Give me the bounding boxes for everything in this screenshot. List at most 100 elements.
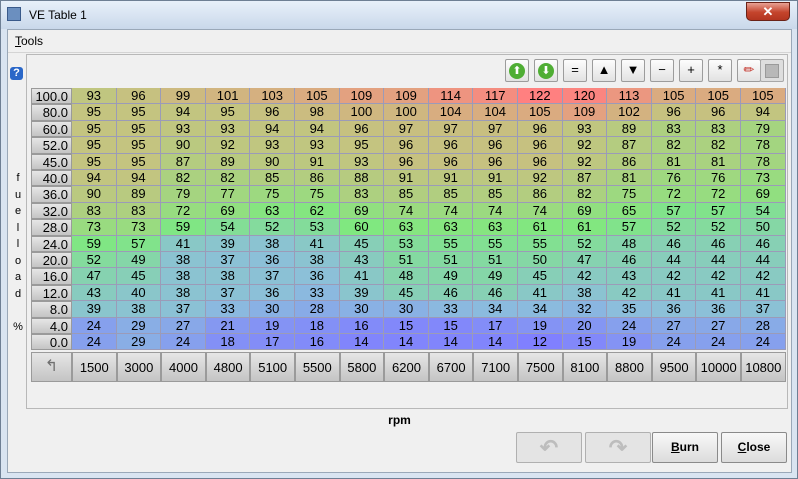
- table-cell[interactable]: 49: [473, 268, 518, 285]
- table-cell[interactable]: 39: [339, 284, 385, 302]
- table-cell[interactable]: 81: [696, 153, 741, 170]
- table-cell[interactable]: 53: [384, 235, 429, 252]
- table-cell[interactable]: 47: [562, 252, 608, 269]
- table-cell[interactable]: 91: [295, 153, 340, 170]
- table-cell[interactable]: 97: [428, 120, 474, 138]
- table-cell[interactable]: 82: [161, 170, 206, 187]
- table-cell[interactable]: 28: [295, 301, 340, 318]
- table-cell[interactable]: 63: [384, 219, 429, 236]
- table-cell[interactable]: 92: [562, 137, 608, 154]
- table-cell[interactable]: 37: [741, 301, 786, 318]
- table-cell[interactable]: 95: [72, 120, 117, 138]
- table-cell[interactable]: 34: [518, 301, 563, 318]
- table-cell[interactable]: 98: [295, 104, 340, 121]
- table-cell[interactable]: 52: [250, 219, 295, 236]
- table-cell[interactable]: 69: [205, 202, 251, 220]
- table-cell[interactable]: 105: [651, 88, 697, 105]
- decrement-button[interactable]: ▼: [621, 59, 645, 82]
- table-cell[interactable]: 49: [116, 252, 162, 269]
- table-cell[interactable]: 41: [339, 268, 385, 285]
- table-cell[interactable]: 82: [205, 170, 251, 187]
- table-cell[interactable]: 59: [72, 235, 117, 252]
- table-cell[interactable]: 95: [116, 104, 162, 121]
- table-cell[interactable]: 30: [384, 301, 429, 318]
- table-cell[interactable]: 15: [384, 317, 429, 334]
- table-cell[interactable]: 90: [161, 137, 206, 154]
- table-cell[interactable]: 92: [562, 153, 608, 170]
- table-cell[interactable]: 105: [295, 88, 340, 105]
- table-cell[interactable]: 96: [339, 120, 385, 138]
- table-cell[interactable]: 95: [339, 137, 385, 154]
- table-cell[interactable]: 48: [384, 268, 429, 285]
- table-cell[interactable]: 62: [295, 202, 340, 220]
- table-cell[interactable]: 35: [607, 301, 652, 318]
- table-cell[interactable]: 76: [696, 170, 741, 187]
- table-cell[interactable]: 20: [562, 317, 608, 334]
- table-cell[interactable]: 14: [339, 334, 385, 351]
- table-cell[interactable]: 61: [562, 219, 608, 236]
- table-cell[interactable]: 38: [562, 284, 608, 302]
- table-cell[interactable]: 46: [428, 284, 474, 302]
- table-cell[interactable]: 92: [205, 137, 251, 154]
- table-cell[interactable]: 41: [295, 235, 340, 252]
- table-cell[interactable]: 105: [696, 88, 741, 105]
- table-cell[interactable]: 17: [250, 334, 295, 351]
- table-cell[interactable]: 77: [205, 186, 251, 203]
- table-cell[interactable]: 38: [161, 284, 206, 302]
- table-cell[interactable]: 50: [741, 219, 786, 236]
- table-cell[interactable]: 95: [116, 153, 162, 170]
- table-cell[interactable]: 96: [518, 137, 563, 154]
- table-cell[interactable]: 91: [473, 170, 518, 187]
- up-arrow-circle-button[interactable]: ⬆: [505, 59, 529, 82]
- table-cell[interactable]: 69: [562, 202, 608, 220]
- table-cell[interactable]: 24: [607, 317, 652, 334]
- table-cell[interactable]: 93: [250, 137, 295, 154]
- table-cell[interactable]: 94: [116, 170, 162, 187]
- table-cell[interactable]: 83: [72, 202, 117, 220]
- table-cell[interactable]: 51: [384, 252, 429, 269]
- table-cell[interactable]: 91: [428, 170, 474, 187]
- table-cell[interactable]: 87: [161, 153, 206, 170]
- table-cell[interactable]: 46: [741, 235, 786, 252]
- table-cell[interactable]: 36: [250, 252, 295, 269]
- table-cell[interactable]: 14: [473, 334, 518, 351]
- table-cell[interactable]: 24: [161, 334, 206, 351]
- table-cell[interactable]: 38: [205, 268, 251, 285]
- table-cell[interactable]: 96: [473, 137, 518, 154]
- table-cell[interactable]: 96: [428, 137, 474, 154]
- table-cell[interactable]: 94: [250, 120, 295, 138]
- table-cell[interactable]: 90: [250, 153, 295, 170]
- table-cell[interactable]: 41: [651, 284, 697, 302]
- table-cell[interactable]: 63: [250, 202, 295, 220]
- table-cell[interactable]: 36: [696, 301, 741, 318]
- table-cell[interactable]: 51: [473, 252, 518, 269]
- table-cell[interactable]: 54: [205, 219, 251, 236]
- table-cell[interactable]: 75: [607, 186, 652, 203]
- table-cell[interactable]: 82: [696, 137, 741, 154]
- table-cell[interactable]: 15: [428, 317, 474, 334]
- table-cell[interactable]: 14: [384, 334, 429, 351]
- table-cell[interactable]: 74: [518, 202, 563, 220]
- table-cell[interactable]: 72: [161, 202, 206, 220]
- table-cell[interactable]: 38: [250, 235, 295, 252]
- table-cell[interactable]: 109: [384, 88, 429, 105]
- table-cell[interactable]: 120: [562, 88, 608, 105]
- table-cell[interactable]: 95: [72, 153, 117, 170]
- table-cell[interactable]: 93: [295, 137, 340, 154]
- table-cell[interactable]: 96: [518, 153, 563, 170]
- table-cell[interactable]: 86: [518, 186, 563, 203]
- table-cell[interactable]: 41: [696, 284, 741, 302]
- table-cell[interactable]: 38: [161, 268, 206, 285]
- table-cell[interactable]: 57: [651, 202, 697, 220]
- table-cell[interactable]: 83: [696, 120, 741, 138]
- table-cell[interactable]: 37: [250, 268, 295, 285]
- table-cell[interactable]: 30: [339, 301, 385, 318]
- table-cell[interactable]: 59: [161, 219, 206, 236]
- table-cell[interactable]: 43: [339, 252, 385, 269]
- table-cell[interactable]: 74: [428, 202, 474, 220]
- table-cell[interactable]: 69: [741, 186, 786, 203]
- table-cell[interactable]: 55: [428, 235, 474, 252]
- pencil-button[interactable]: ✏: [737, 59, 761, 82]
- table-cell[interactable]: 93: [562, 120, 608, 138]
- table-cell[interactable]: 55: [518, 235, 563, 252]
